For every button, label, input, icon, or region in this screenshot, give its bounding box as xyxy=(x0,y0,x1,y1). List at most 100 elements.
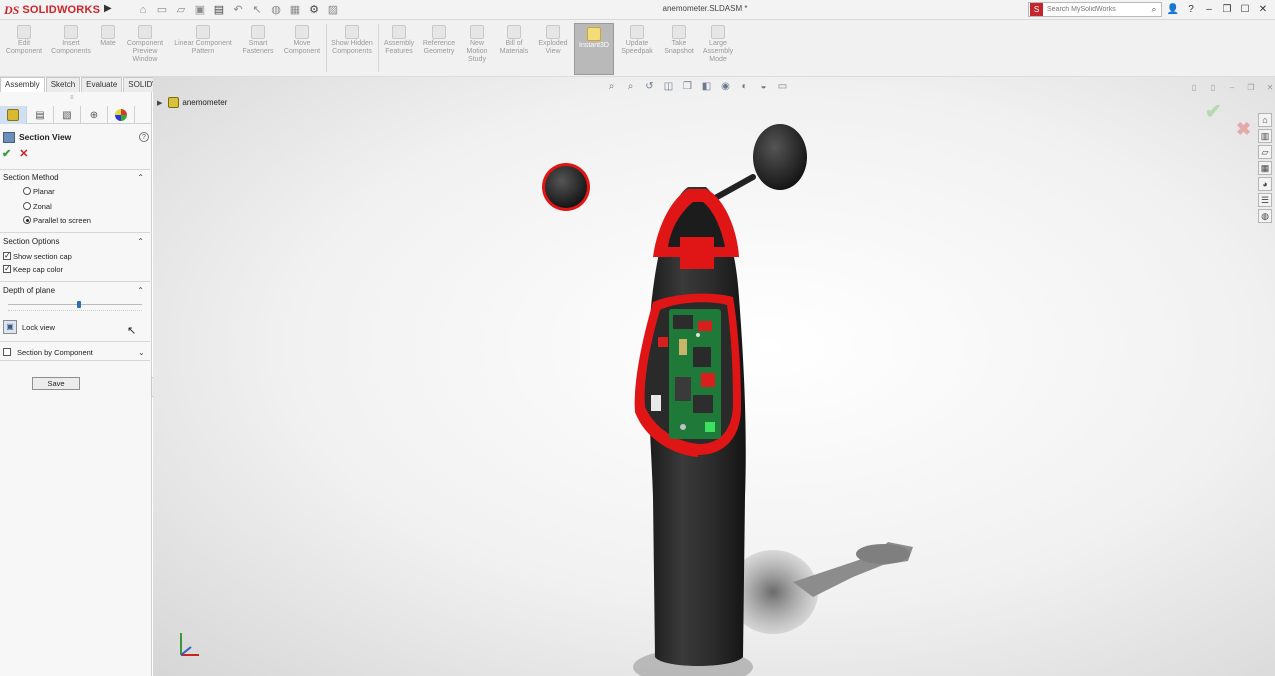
command-manager: Edit Component Insert Components Mate Co… xyxy=(0,20,1275,77)
document-title: anemometer.SLDASM * xyxy=(662,4,748,13)
bill-of-materials-button[interactable]: Bill of Materials xyxy=(496,22,532,74)
options-icon[interactable]: ⚙ xyxy=(307,3,321,17)
divider xyxy=(0,281,150,282)
solidworks-logo[interactable]: DS SOLIDWORKS xyxy=(4,1,100,19)
radio-button[interactable] xyxy=(23,216,31,224)
file-properties-icon[interactable]: ▦ xyxy=(288,3,302,17)
tab-evaluate[interactable]: Evaluate xyxy=(81,77,123,92)
depth-slider[interactable] xyxy=(8,301,142,311)
user-icon[interactable]: 👤 xyxy=(1166,2,1180,17)
radio-button[interactable] xyxy=(23,187,31,195)
undo-icon[interactable]: ↶ xyxy=(231,3,245,17)
bom-icon xyxy=(507,25,521,39)
snapshot-icon xyxy=(672,25,686,39)
menu-expand-arrow-icon[interactable]: ▶ xyxy=(104,3,112,17)
radio-planar[interactable]: Planar xyxy=(23,185,55,197)
smart-fasteners-button[interactable]: Smart Fasteners xyxy=(238,22,278,74)
chevron-down-icon[interactable]: ⌄ xyxy=(138,348,145,357)
divider xyxy=(0,169,150,170)
depth-of-plane-header[interactable]: Depth of plane ⌃ xyxy=(0,284,150,297)
close-icon[interactable]: ✕ xyxy=(1256,2,1270,17)
new-motion-study-button[interactable]: New Motion Study xyxy=(460,22,494,74)
smart-fasteners-icon xyxy=(251,25,265,39)
assembly-features-button[interactable]: Assembly Features xyxy=(380,22,418,74)
checkbox[interactable]: ✓ xyxy=(3,252,11,260)
search-input[interactable] xyxy=(1043,6,1147,13)
radio-label: Parallel to screen xyxy=(33,215,91,225)
edit-component-button[interactable]: Edit Component xyxy=(2,22,46,74)
radio-zonal[interactable]: Zonal xyxy=(23,200,52,212)
large-assembly-mode-button[interactable]: Large Assembly Mode xyxy=(700,22,736,74)
component-preview-icon xyxy=(138,25,152,39)
motion-study-icon xyxy=(470,25,484,39)
radio-button[interactable] xyxy=(23,202,31,210)
restore-icon[interactable]: ❐ xyxy=(1220,2,1234,17)
checkbox[interactable] xyxy=(3,348,11,356)
ok-button[interactable]: ✔ xyxy=(2,147,11,160)
tab-display-manager[interactable] xyxy=(108,106,135,124)
print-icon[interactable]: ▤ xyxy=(212,3,226,17)
keep-cap-color-checkbox[interactable]: ✓ Keep cap color xyxy=(3,263,63,275)
save-icon[interactable]: ▣ xyxy=(193,3,207,17)
depth-of-plane-title: Depth of plane xyxy=(3,286,56,295)
rebuild-icon[interactable]: ◍ xyxy=(269,3,283,17)
exploded-view-button[interactable]: Exploded View xyxy=(534,22,572,74)
show-hidden-icon xyxy=(345,25,359,39)
reference-geometry-button[interactable]: Reference Geometry xyxy=(420,22,458,74)
dimxpert-icon: ⊕ xyxy=(89,109,99,121)
instant3d-button[interactable]: Instant3D xyxy=(574,23,614,75)
solidworks-search-icon: S xyxy=(1030,3,1043,16)
new-icon[interactable]: ▭ xyxy=(155,3,169,17)
home-icon[interactable]: ⌂ xyxy=(136,3,150,17)
move-component-button[interactable]: Move Component xyxy=(280,22,324,74)
chevron-up-icon[interactable]: ⌃ xyxy=(137,235,144,248)
radio-parallel-to-screen[interactable]: Parallel to screen xyxy=(23,214,91,226)
divider xyxy=(0,232,150,233)
graphics-area[interactable]: ▶ anemometer ⌕ ⌕ ↺ ◫ ❒ ◧ ◉ ◐ ◒ ▭ ▯ ▯ – ❐… xyxy=(153,77,1275,676)
select-icon[interactable]: ↖ xyxy=(250,3,264,17)
minimize-icon[interactable]: – xyxy=(1202,2,1216,17)
speedpak-icon xyxy=(630,25,644,39)
save-button[interactable]: Save xyxy=(32,377,80,390)
slider-thumb[interactable] xyxy=(77,301,81,308)
linear-pattern-icon xyxy=(196,25,210,39)
section-options-header[interactable]: Section Options ⌃ xyxy=(0,235,150,248)
help-icon[interactable]: ? xyxy=(1184,2,1198,17)
chevron-up-icon[interactable]: ⌃ xyxy=(137,284,144,297)
maximize-icon[interactable]: ☐ xyxy=(1238,2,1252,17)
take-snapshot-button[interactable]: Take Snapshot xyxy=(660,22,698,74)
tab-sketch[interactable]: Sketch xyxy=(45,77,81,92)
manager-tabs: ▤ ▧ ⊕ xyxy=(0,106,152,124)
instant3d-icon xyxy=(587,27,601,41)
tab-assembly[interactable]: Assembly xyxy=(0,77,45,92)
open-icon[interactable]: ▱ xyxy=(174,3,188,17)
show-hidden-button[interactable]: Show Hidden Components xyxy=(328,22,376,74)
insert-components-button[interactable]: Insert Components xyxy=(48,22,94,74)
tab-dimxpert-manager[interactable]: ⊕ xyxy=(81,106,108,124)
help-icon[interactable]: ? xyxy=(139,132,149,142)
search-icon[interactable]: ⌕ xyxy=(1147,4,1161,15)
section-method-header[interactable]: Section Method ⌃ xyxy=(0,171,150,184)
cancel-button[interactable]: ✕ xyxy=(19,147,28,160)
panel-grip-icon[interactable]: ≡ xyxy=(70,95,76,101)
lock-view-icon: ▣ xyxy=(3,320,17,334)
tab-property-manager[interactable]: ▤ xyxy=(27,106,54,124)
divider xyxy=(0,341,150,342)
reference-geometry-icon xyxy=(432,25,446,39)
lock-view-button[interactable]: ▣ Lock view xyxy=(3,320,55,334)
search-box[interactable]: S ⌕ xyxy=(1028,2,1162,17)
anemometer-model[interactable] xyxy=(153,77,1275,676)
customize-icon[interactable]: ▨ xyxy=(326,3,340,17)
chevron-up-icon[interactable]: ⌃ xyxy=(137,171,144,184)
mate-button[interactable]: Mate xyxy=(96,22,120,74)
radio-label: Zonal xyxy=(33,201,52,211)
show-section-cap-checkbox[interactable]: ✓ Show section cap xyxy=(3,250,72,262)
section-by-component-checkbox[interactable]: Section by Component ⌄ xyxy=(3,346,145,358)
linear-pattern-button[interactable]: Linear Component Pattern xyxy=(170,22,236,74)
update-speedpak-button[interactable]: Update Speedpak xyxy=(618,22,656,74)
component-preview-button[interactable]: Component Preview Window xyxy=(122,22,168,74)
slider-ticks xyxy=(8,310,142,312)
checkbox[interactable]: ✓ xyxy=(3,265,11,273)
tab-feature-manager[interactable] xyxy=(0,106,27,124)
tab-configuration-manager[interactable]: ▧ xyxy=(54,106,81,124)
